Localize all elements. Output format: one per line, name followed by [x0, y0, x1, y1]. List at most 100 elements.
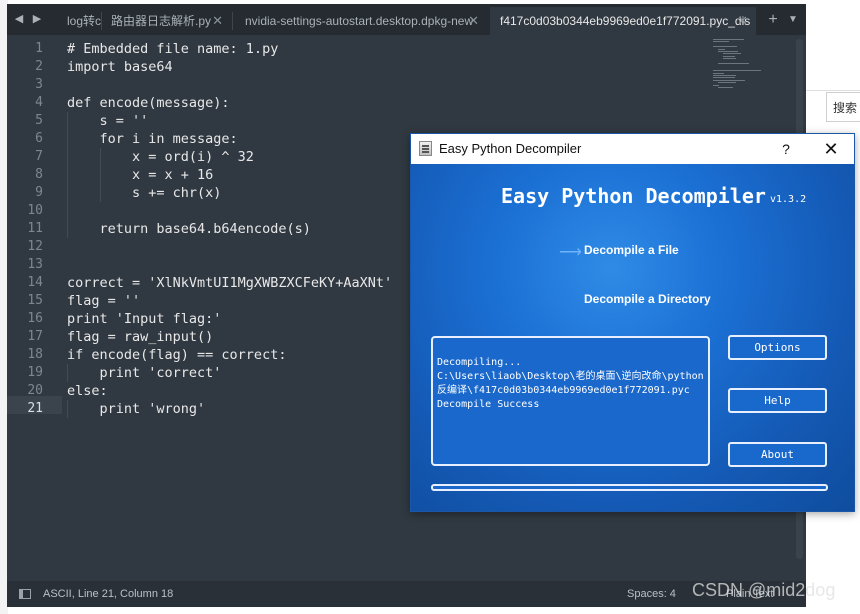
minimap-line: [713, 84, 719, 86]
dialog-titlebar[interactable]: Easy Python Decompiler ? ✕: [411, 134, 854, 164]
code-line: print 'wrong': [67, 401, 206, 417]
line-number: 11: [27, 221, 43, 236]
chevron-left-icon[interactable]: ◀: [11, 4, 27, 35]
line-number: 19: [27, 365, 43, 380]
code-line: # Embedded file name: 1.py: [67, 41, 279, 57]
options-button[interactable]: Options: [728, 335, 827, 360]
about-button[interactable]: About: [728, 442, 827, 467]
tab-label: log转c: [67, 14, 101, 28]
decompile-directory-link[interactable]: Decompile a Directory: [584, 292, 711, 306]
decompiler-dialog: Easy Python Decompiler ? ✕ Easy Python D…: [410, 133, 855, 512]
indentation-setting[interactable]: Spaces: 4: [627, 581, 676, 607]
code-line: print 'Input flag:': [67, 311, 222, 327]
close-icon[interactable]: ✕: [212, 7, 223, 35]
minimap-line: [713, 41, 729, 43]
tab-router-log-parser[interactable]: 路由器日志解析.py ✕: [101, 7, 231, 35]
line-number: 6: [35, 131, 43, 146]
tab-label: nvidia-settings-autostart.desktop.dpkg-n…: [245, 14, 474, 28]
tab-bar: ◀ ▶ log转c 路由器日志解析.py ✕ nvidia-settings-a…: [7, 4, 806, 35]
code-line: return base64.b64encode(s): [67, 221, 311, 237]
line-number: 1: [35, 41, 43, 56]
cursor-position: ASCII, Line 21, Column 18: [43, 588, 174, 600]
background-search-button[interactable]: 搜索: [826, 92, 860, 122]
minimap-line: [713, 70, 761, 72]
close-icon[interactable]: ✕: [737, 7, 748, 35]
indent-guide: [67, 112, 68, 238]
code-line: else:: [67, 383, 108, 399]
minimap-line: [722, 55, 735, 57]
log-line: Decompiling...: [437, 357, 522, 368]
minimap-line: [717, 51, 739, 52]
code-line: x = ord(i) ^ 32: [67, 149, 254, 165]
sidebar-toggle-icon[interactable]: [19, 589, 31, 599]
tab-log[interactable]: log转c: [57, 7, 101, 35]
line-number: 16: [27, 311, 43, 326]
line-number: 13: [27, 257, 43, 272]
code-line: def encode(message):: [67, 95, 230, 111]
line-number-gutter: 1 2 3 4 5 6 7 8 9 10 11 12 13 14 15 16 17 18 19 20 21: [7, 35, 59, 581]
status-bar: ASCII, Line 21, Column 18 Spaces: 4 Plai…: [7, 581, 806, 607]
minimap-line: [713, 46, 737, 48]
line-number: 4: [35, 95, 43, 110]
code-line: import base64: [67, 59, 173, 75]
tab-label: 路由器日志解析.py: [111, 14, 212, 28]
indent-guide: [67, 400, 68, 418]
minimap-line: [713, 39, 745, 40]
chevron-right-icon[interactable]: ▶: [29, 4, 45, 35]
tab-nvidia-settings[interactable]: nvidia-settings-autostart.desktop.dpkg-n…: [235, 7, 487, 35]
log-line: Decompile Success: [437, 399, 540, 410]
app-icon: [419, 141, 432, 156]
code-line: correct = 'XlNkVmtUI1MgXWBZXCFeKY+AaXNt': [67, 275, 393, 291]
output-log: Decompiling... C:\Users\liaob\Desktop\老的…: [431, 336, 710, 466]
minimap-line: [722, 53, 741, 55]
chevron-down-icon[interactable]: ▼: [785, 4, 801, 35]
line-number: 8: [35, 167, 43, 182]
indent-guide: [67, 364, 68, 382]
app-heading: Easy Python Decompiler: [501, 184, 766, 208]
indent-guide: [100, 148, 101, 202]
line-number: 20: [27, 383, 43, 398]
minimap-line: [713, 72, 724, 74]
minimap-line: [717, 82, 736, 84]
code-line: s = '': [67, 113, 149, 129]
minimap-line: [722, 58, 736, 60]
tab-separator: [232, 12, 233, 30]
app-version: v1.3.2: [770, 194, 807, 205]
code-line: if encode(flag) == correct:: [67, 347, 287, 363]
minimap-line: [713, 75, 736, 76]
help-button[interactable]: Help: [728, 388, 827, 413]
code-line: x = x + 16: [67, 167, 214, 183]
line-number: 14: [27, 275, 43, 290]
tab-label: f417c0d03b0344eb9969ed0e1f772091.pyc_dis: [500, 14, 751, 28]
code-line: s += chr(x): [67, 185, 222, 201]
line-number: 17: [27, 329, 43, 344]
minimap-line: [713, 77, 735, 79]
arrow-right-icon: ⟶: [559, 244, 582, 261]
line-number: 2: [35, 59, 43, 74]
dialog-title: Easy Python Decompiler: [439, 141, 582, 156]
close-icon[interactable]: ✕: [819, 134, 843, 164]
progress-bar: [431, 484, 828, 491]
code-line: print 'correct': [67, 365, 222, 381]
code-line: for i in message:: [67, 131, 238, 147]
code-line: flag = '': [67, 293, 141, 309]
csdn-watermark: CSDN @mid2dog: [692, 580, 836, 600]
tab-pyc-dis[interactable]: f417c0d03b0344eb9969ed0e1f772091.pyc_dis…: [490, 7, 756, 35]
line-number: 15: [27, 293, 43, 308]
line-number: 10: [27, 203, 43, 218]
minimap-line: [713, 79, 746, 81]
minimap[interactable]: [713, 39, 773, 99]
help-icon[interactable]: ?: [776, 134, 796, 164]
line-number: 21: [27, 401, 43, 416]
log-line: C:\Users\liaob\Desktop\老的桌面\逆向改命\python反…: [437, 371, 704, 396]
close-icon[interactable]: ✕: [468, 7, 479, 35]
minimap-line: [717, 48, 725, 50]
decompile-file-link[interactable]: Decompile a File: [584, 243, 679, 257]
minimap-line: [717, 63, 749, 64]
line-number: 7: [35, 149, 43, 164]
line-number: 5: [35, 113, 43, 128]
line-number: 9: [35, 185, 43, 200]
plus-icon[interactable]: +: [765, 4, 781, 35]
background-divider: [806, 90, 860, 91]
line-number: 18: [27, 347, 43, 362]
